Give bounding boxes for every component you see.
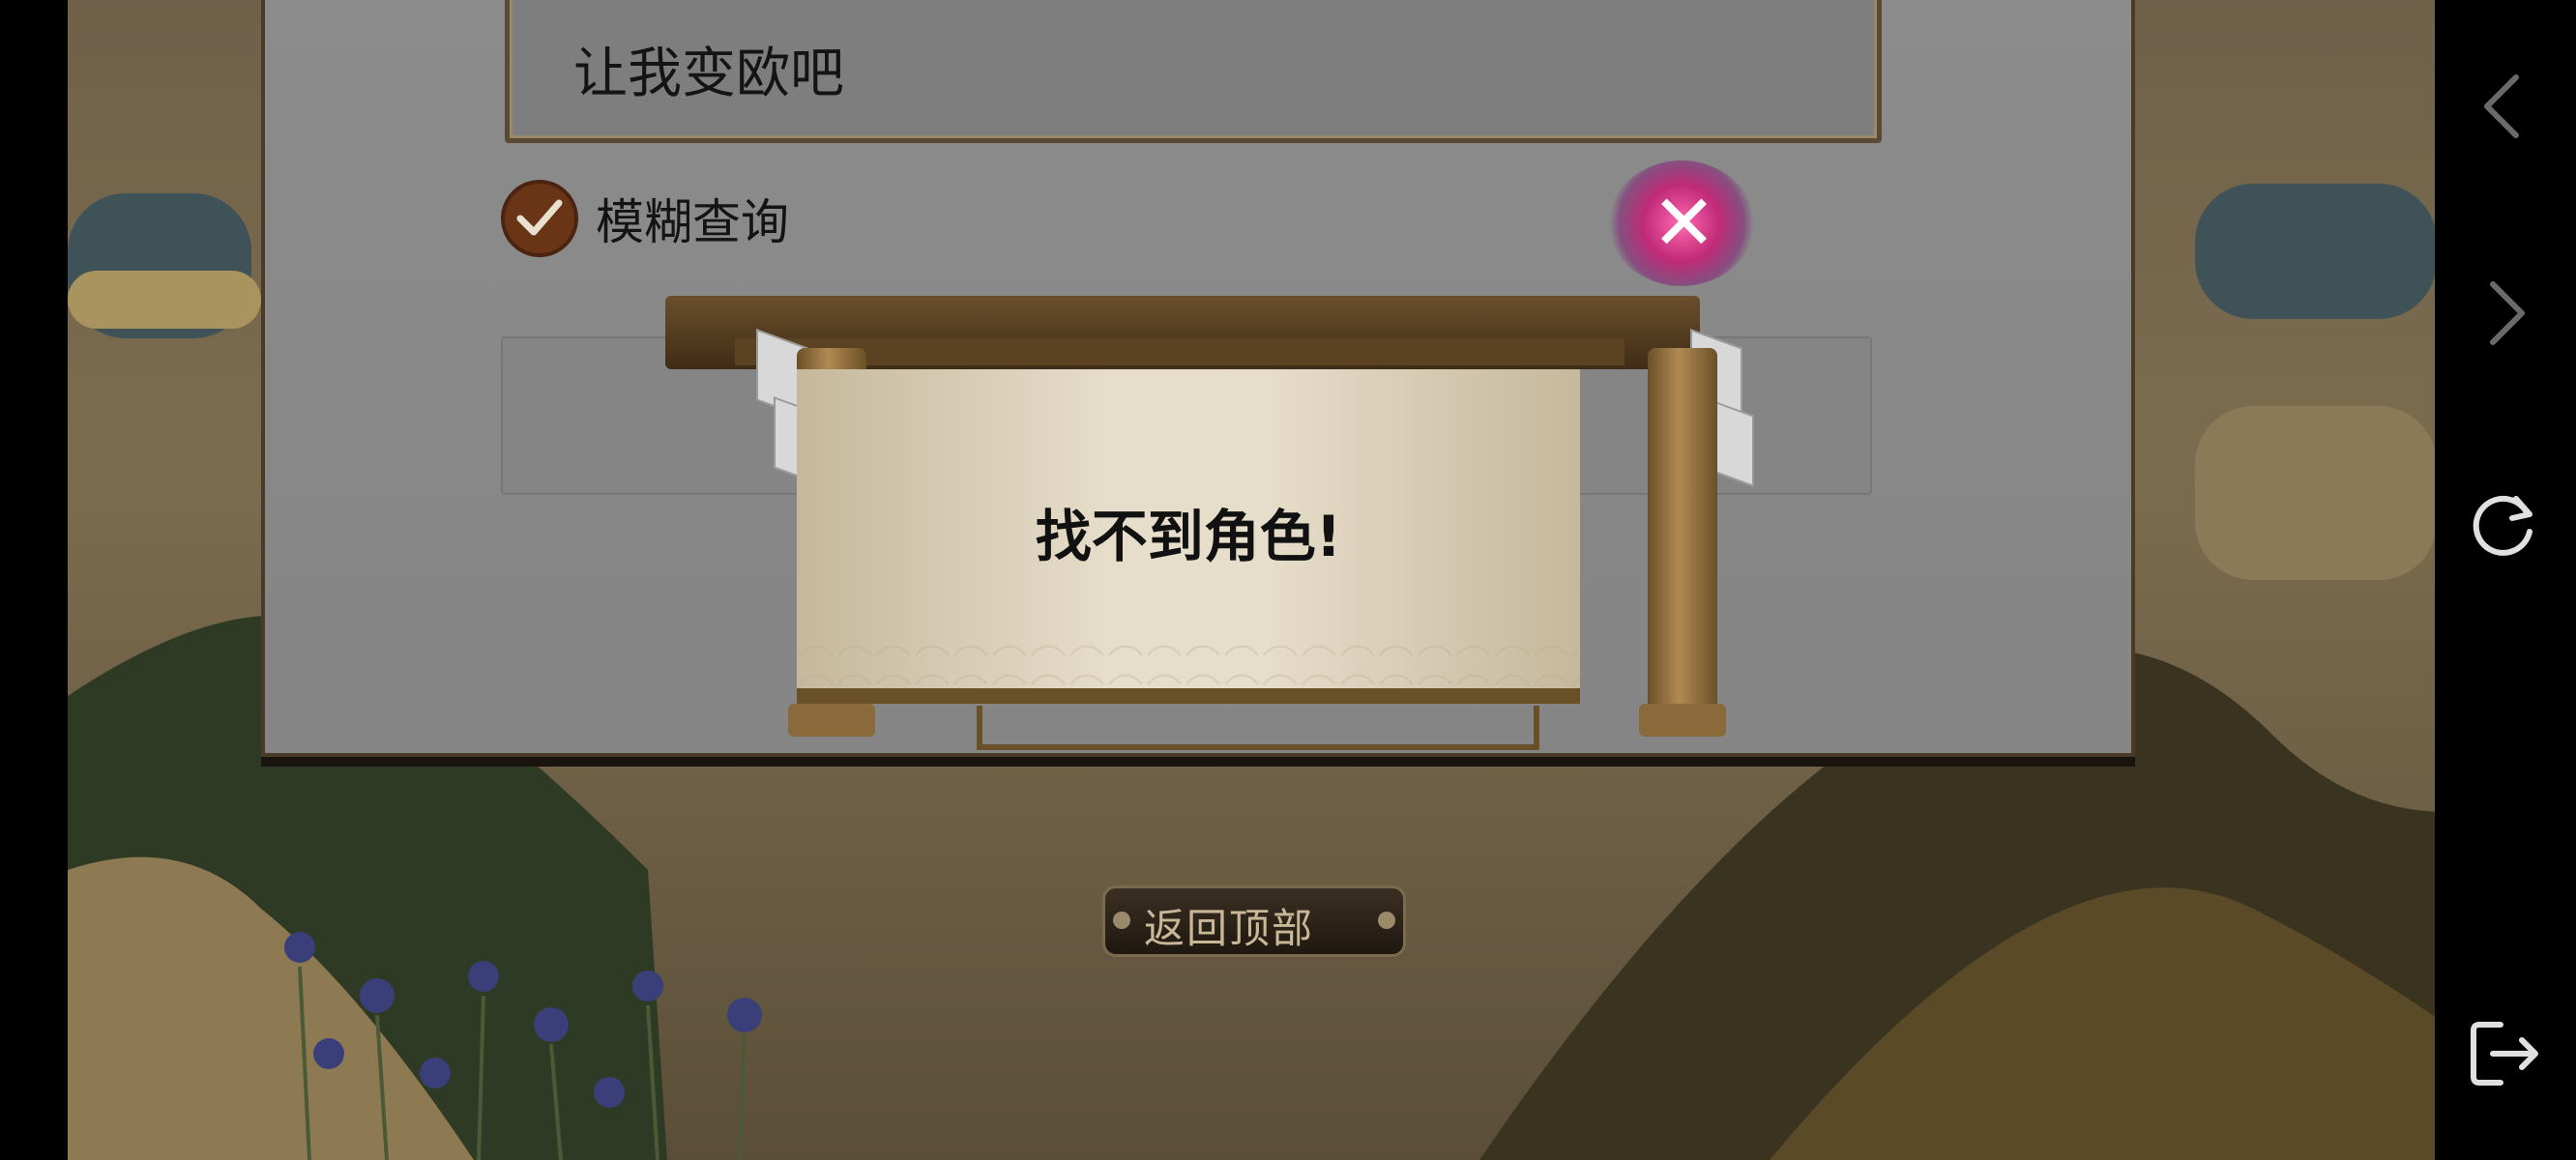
dialog-message: 找不到角色!	[1035, 504, 1342, 569]
forward-chevron-icon[interactable]	[2466, 275, 2543, 352]
left-letterbox	[0, 0, 68, 1160]
bg-cloud-right	[2195, 184, 2435, 319]
search-input[interactable]: 让我变欧吧	[505, 0, 1882, 143]
fuzzy-query-label: 模糊查询	[596, 194, 789, 250]
close-dialog-button[interactable]: ✕	[1609, 160, 1754, 286]
back-chevron-icon[interactable]	[2466, 68, 2543, 145]
wave-pattern	[797, 626, 1580, 694]
exit-icon[interactable]	[2466, 1015, 2543, 1092]
bg-cloud-left-2	[68, 271, 261, 329]
torii-lower-beam	[735, 338, 1625, 365]
dialog-scroll: 找不到角色!	[797, 369, 1580, 694]
torii-pillar-right	[1648, 348, 1717, 735]
back-to-top-button[interactable]: 返回顶部	[1102, 885, 1406, 957]
knob-left	[1113, 912, 1130, 929]
search-input-value: 让我变欧吧	[573, 43, 844, 105]
close-icon: ✕	[1652, 178, 1717, 268]
refresh-icon[interactable]	[2466, 485, 2543, 563]
bg-cloud-right-2	[2195, 406, 2435, 580]
checkmark-icon	[516, 199, 563, 236]
system-nav-bar	[2435, 0, 2576, 1160]
knob-right	[1378, 912, 1395, 929]
torii-pillar-base-left	[788, 704, 875, 737]
torii-plaque	[977, 706, 1539, 750]
fuzzy-query-checkbox[interactable]	[501, 180, 578, 257]
torii-bottom-beam	[797, 688, 1580, 704]
torii-pillar-base-right	[1639, 704, 1726, 737]
back-to-top-label: 返回顶部	[1144, 905, 1315, 952]
iris-flowers	[284, 932, 762, 1160]
